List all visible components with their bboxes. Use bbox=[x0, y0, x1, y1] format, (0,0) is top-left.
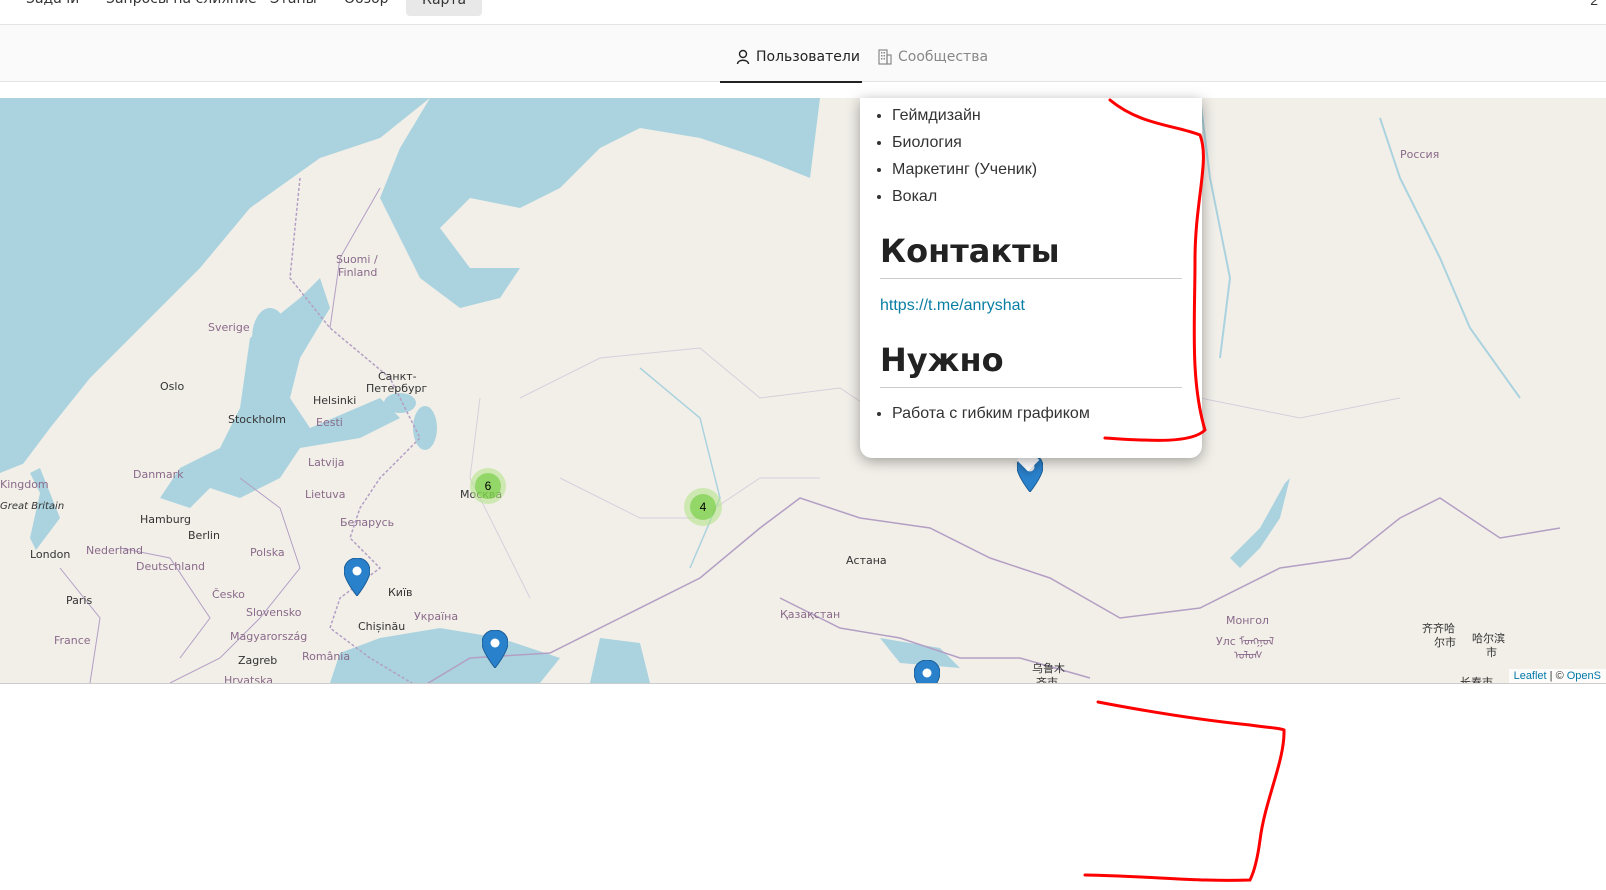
label-nederland: Nederland bbox=[86, 544, 144, 557]
label-kyiv: Київ bbox=[388, 586, 413, 599]
nav-merge-requests[interactable]: Запросы на слияние bbox=[106, 0, 257, 16]
label-kazakhstan: Қазақстан bbox=[780, 608, 841, 621]
needs-list: Работа с гибким графиком bbox=[860, 400, 1202, 427]
tab-users-label: Пользователи bbox=[756, 49, 860, 65]
map-attribution: Leaflet | © OpenS bbox=[1508, 669, 1606, 683]
label-kingdom: Kingdom bbox=[0, 478, 49, 491]
label-ukraina: Україна bbox=[414, 610, 459, 623]
label-latvija: Latvija bbox=[308, 456, 345, 469]
label-romania: România bbox=[302, 650, 351, 663]
marker-cluster[interactable]: 4 bbox=[684, 488, 722, 526]
divider bbox=[880, 387, 1182, 388]
tab-communities-label: Сообщества bbox=[898, 49, 989, 65]
attribution-separator: | © bbox=[1546, 670, 1567, 682]
osm-link[interactable]: OpenS bbox=[1567, 670, 1601, 682]
label-zagreb: Zagreb bbox=[238, 654, 278, 667]
label-belarus: Беларусь bbox=[340, 516, 395, 529]
map-pin-icon[interactable] bbox=[344, 558, 370, 596]
label-hamburg: Hamburg bbox=[140, 513, 191, 526]
telegram-link[interactable]: https://t.me/anryshat bbox=[880, 297, 1182, 315]
label-cesko: Česko bbox=[212, 588, 245, 601]
label-harbin-2: 市 bbox=[1486, 646, 1497, 659]
map-view[interactable]: Россия Suomi / Finland Sverige Oslo Stoc… bbox=[0, 98, 1606, 684]
skill-item: Геймдизайн bbox=[892, 102, 1202, 129]
skill-item: Маркетинг (Ученик) bbox=[892, 156, 1202, 183]
label-urumqi-2: 齐市 bbox=[1036, 676, 1058, 684]
marker-cluster[interactable]: 6 bbox=[470, 468, 506, 504]
label-slovensko: Slovensko bbox=[246, 606, 302, 619]
label-london: London bbox=[30, 548, 71, 561]
cluster-count: 6 bbox=[475, 473, 501, 499]
label-helsinki: Helsinki bbox=[313, 394, 357, 407]
need-item: Работа с гибким графиком bbox=[892, 400, 1202, 427]
map-pin-icon[interactable] bbox=[482, 630, 508, 668]
user-popup: Геймдизайн Биология Маркетинг (Ученик) В… bbox=[860, 98, 1202, 458]
label-russia: Россия bbox=[1400, 148, 1440, 161]
label-berlin: Berlin bbox=[188, 529, 220, 542]
skills-list: Геймдизайн Биология Маркетинг (Ученик) В… bbox=[860, 102, 1202, 210]
label-great-britain: Great Britain bbox=[0, 501, 65, 512]
label-astana: Астана bbox=[846, 554, 887, 567]
skill-item: Биология bbox=[892, 129, 1202, 156]
skill-item: Вокал bbox=[892, 183, 1202, 210]
top-navigation: Задачи Запросы на слияние Этапы Обзор Ка… bbox=[0, 0, 1606, 25]
label-paris: Paris bbox=[66, 594, 93, 607]
label-changchun: 长春市 bbox=[1460, 676, 1493, 684]
tab-users[interactable]: Пользователи bbox=[720, 49, 862, 83]
label-polska: Polska bbox=[250, 546, 285, 559]
label-hrvatska: Hrvatska bbox=[224, 674, 274, 684]
nav-tasks[interactable]: Задачи bbox=[26, 0, 79, 16]
label-magyar: Magyarország bbox=[230, 630, 308, 643]
label-finland: Finland bbox=[338, 266, 378, 279]
label-lietuva: Lietuva bbox=[305, 488, 346, 501]
label-mongolia-script-2: ᠤᠯᠤᠰ bbox=[1234, 649, 1263, 662]
user-icon bbox=[736, 49, 750, 69]
label-spb-2: Петербург bbox=[366, 382, 428, 395]
needs-heading: Нужно bbox=[880, 341, 1004, 379]
label-suomi: Suomi / bbox=[336, 253, 378, 266]
label-mongol: Монгол bbox=[1226, 614, 1269, 627]
label-chisinau: Chișinău bbox=[358, 620, 406, 633]
tab-communities[interactable]: Сообщества bbox=[862, 49, 1004, 81]
nav-corner-text: 2 bbox=[1590, 0, 1598, 8]
label-deutschland: Deutschland bbox=[136, 560, 206, 573]
leaflet-link[interactable]: Leaflet bbox=[1514, 670, 1547, 682]
building-icon bbox=[878, 49, 892, 69]
nav-overview[interactable]: Обзор bbox=[344, 0, 389, 16]
label-sverige: Sverige bbox=[208, 321, 250, 334]
divider bbox=[880, 278, 1182, 279]
contacts-heading: Контакты bbox=[880, 232, 1060, 270]
label-danmark: Danmark bbox=[133, 468, 184, 481]
cluster-count: 4 bbox=[690, 494, 716, 520]
map-tabs-bar: Пользователи Сообщества bbox=[0, 25, 1606, 83]
label-oslo: Oslo bbox=[160, 380, 185, 393]
label-qiqihar-2: 尔市 bbox=[1434, 636, 1456, 649]
label-stockholm: Stockholm bbox=[228, 413, 286, 426]
label-eesti: Eesti bbox=[316, 416, 343, 429]
map-pin-icon[interactable] bbox=[914, 660, 940, 684]
label-france: France bbox=[54, 634, 91, 647]
nav-milestones[interactable]: Этапы bbox=[270, 0, 317, 16]
nav-map[interactable]: Карта bbox=[406, 0, 483, 16]
